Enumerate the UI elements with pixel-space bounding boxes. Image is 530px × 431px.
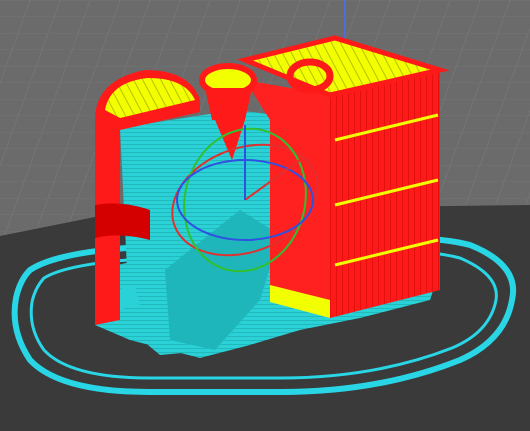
3d-viewport[interactable] xyxy=(0,0,530,431)
scene-canvas[interactable] xyxy=(0,0,530,431)
